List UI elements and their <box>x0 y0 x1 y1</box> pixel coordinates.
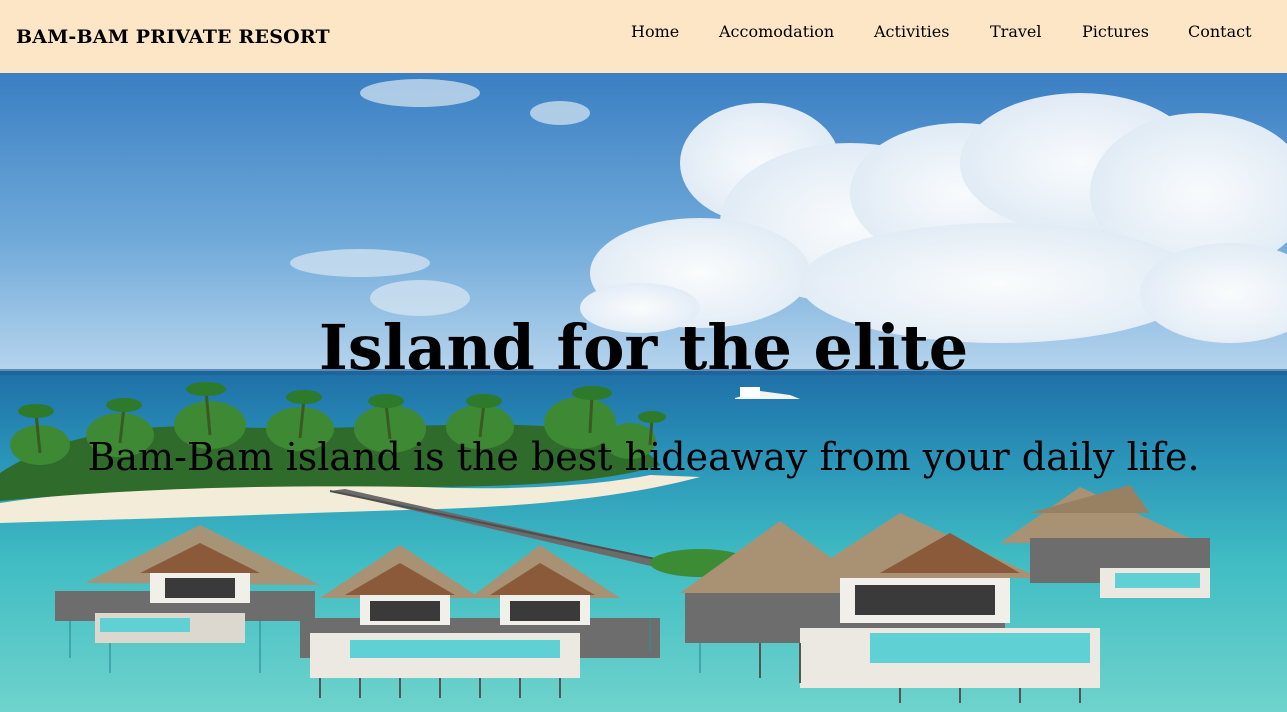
nav-link-travel[interactable]: Travel <box>990 22 1041 41</box>
nav-link-contact[interactable]: Contact <box>1188 22 1252 41</box>
site-brand[interactable]: BAM-BAM PRIVATE RESORT <box>16 26 330 48</box>
nav-link-accomodation[interactable]: Accomodation <box>719 22 834 41</box>
site-header: BAM-BAM PRIVATE RESORT Home Accomodation… <box>0 0 1287 73</box>
nav-link-activities[interactable]: Activities <box>874 22 949 41</box>
hero-subtitle: Bam-Bam island is the best hideaway from… <box>87 435 1200 479</box>
hero-title: Island for the elite <box>318 311 969 384</box>
hero-section: Island for the elite Bam-Bam island is t… <box>0 73 1287 712</box>
nav-link-home[interactable]: Home <box>631 22 679 41</box>
nav-link-pictures[interactable]: Pictures <box>1082 22 1149 41</box>
hero-background-image <box>0 73 1287 712</box>
